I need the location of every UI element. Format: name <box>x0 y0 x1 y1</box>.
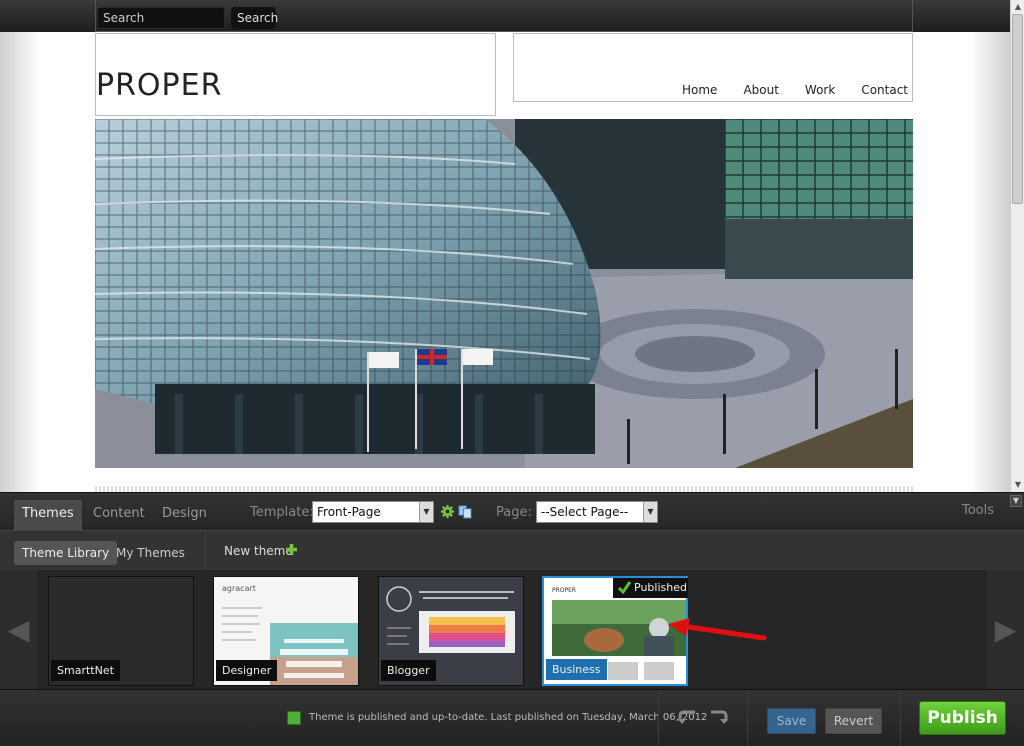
subtab-theme-library[interactable]: Theme Library <box>14 541 118 565</box>
undo-icon[interactable] <box>678 709 698 725</box>
annotation-arrow-icon <box>668 618 767 641</box>
svg-text:PROPER: PROPER <box>552 587 576 594</box>
tab-themes[interactable]: Themes <box>14 500 82 531</box>
copy-page-icon[interactable] <box>458 504 473 519</box>
nav-link-home[interactable]: Home <box>682 83 717 97</box>
sub-bar-divider <box>205 531 206 571</box>
scroll-down-arrow-icon[interactable]: ▼ <box>1011 478 1024 492</box>
status-ok-icon <box>287 711 301 725</box>
theme-name: SmarttNet <box>51 660 120 681</box>
theme-card-smarttnet[interactable]: SmarttNet <box>48 576 194 686</box>
nav-link-contact[interactable]: Contact <box>861 83 908 97</box>
site-search-button[interactable]: Search <box>231 7 278 29</box>
status-divider <box>900 690 901 746</box>
status-text: Theme is published and up-to-date. Last … <box>309 712 708 723</box>
page-select-value: --Select Page-- <box>541 505 629 519</box>
scrollbar-thumb[interactable] <box>1012 14 1023 204</box>
subtab-my-themes[interactable]: My Themes <box>108 541 193 565</box>
new-theme-button[interactable]: New theme <box>224 544 293 558</box>
tab-design[interactable]: Design <box>154 500 215 531</box>
publish-button[interactable]: Publish <box>919 701 1006 735</box>
theme-card-blogger[interactable]: Blogger <box>378 576 524 686</box>
theme-name: Designer <box>216 660 278 681</box>
gear-icon[interactable] <box>440 504 455 519</box>
chevron-down-icon: ▼ <box>643 502 657 522</box>
theme-name: Business <box>546 659 607 680</box>
template-select-value: Front-Page <box>317 505 381 519</box>
site-preview: Search PROPER Home About Work Contact <box>0 0 1010 492</box>
page-select[interactable]: --Select Page-- ▼ <box>536 501 658 523</box>
template-select[interactable]: Front-Page ▼ <box>312 501 434 523</box>
published-badge-text: Published <box>634 581 687 594</box>
status-divider <box>747 690 748 746</box>
checkmark-icon <box>617 581 632 595</box>
redo-icon[interactable] <box>708 709 728 725</box>
plus-icon[interactable] <box>285 543 298 556</box>
site-search-input[interactable] <box>97 7 225 29</box>
chevron-down-icon: ▼ <box>419 502 433 522</box>
site-nav: Home About Work Contact <box>656 83 908 97</box>
panel-collapse-icon[interactable]: ▼ <box>1010 495 1022 507</box>
nav-link-work[interactable]: Work <box>805 83 835 97</box>
template-label: Template: <box>250 505 314 520</box>
site-nav-box: Home About Work Contact <box>513 33 913 102</box>
theme-card-designer[interactable]: agracart Designer <box>213 576 359 686</box>
site-logo[interactable]: PROPER <box>96 68 222 103</box>
status-bar: Theme is published and up-to-date. Last … <box>0 689 1024 746</box>
svg-text:agracart: agracart <box>222 584 256 593</box>
tools-menu[interactable]: Tools <box>962 503 994 518</box>
theme-sub-bar: Theme Library My Themes New theme <box>0 530 1024 571</box>
page-label: Page: <box>496 505 532 520</box>
nav-link-about[interactable]: About <box>743 83 778 97</box>
preview-scrollbar[interactable]: ▲ ▼ <box>1010 0 1024 492</box>
hero-image <box>95 119 913 468</box>
revert-button[interactable]: Revert <box>825 708 882 734</box>
site-logo-box: PROPER <box>95 33 496 116</box>
save-button[interactable]: Save <box>767 708 816 734</box>
tab-content[interactable]: Content <box>85 500 153 531</box>
status-divider <box>658 690 659 746</box>
carousel-next-icon[interactable]: ▶ <box>987 570 1024 689</box>
carousel-prev-icon[interactable]: ◀ <box>0 570 37 689</box>
editor-tab-bar: Themes Content Design Template: Front-Pa… <box>0 492 1024 531</box>
scroll-up-arrow-icon[interactable]: ▲ <box>1011 0 1024 14</box>
theme-name: Blogger <box>381 660 436 681</box>
published-badge: Published <box>613 578 688 598</box>
theme-carousel: ◀ ▶ SmarttNet agracart Designer Blogger … <box>0 570 1024 689</box>
